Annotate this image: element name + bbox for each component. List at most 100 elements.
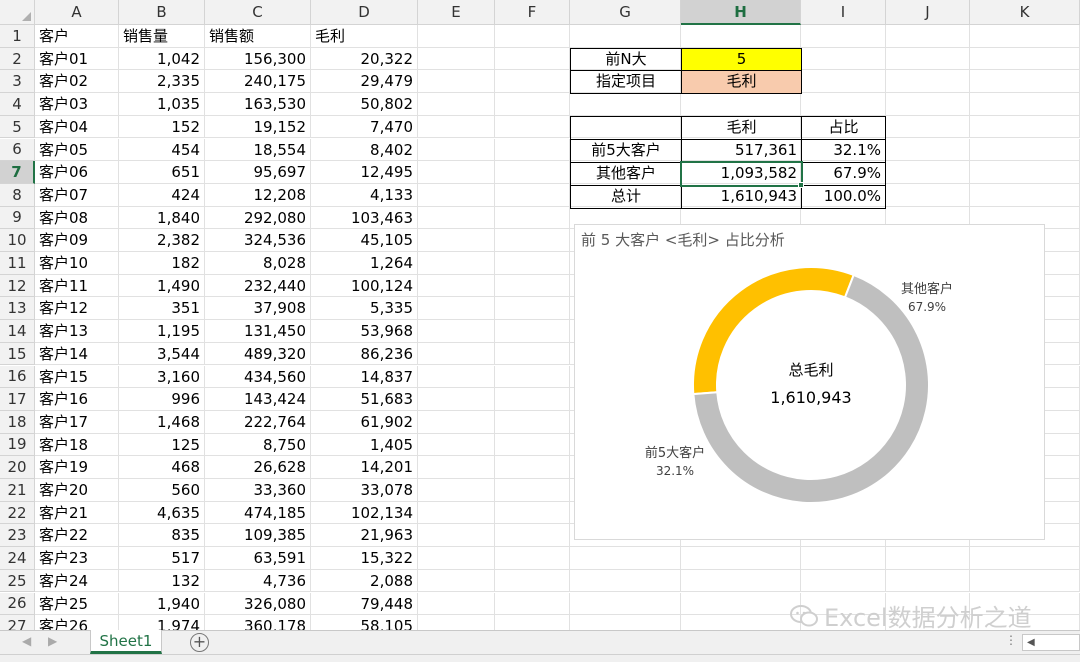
cell[interactable] — [681, 25, 801, 48]
cell[interactable] — [418, 115, 495, 139]
cell[interactable]: 20,322 — [311, 47, 418, 71]
row-header[interactable]: 25 — [0, 569, 35, 593]
cell[interactable] — [970, 115, 1080, 139]
cell[interactable] — [418, 25, 495, 48]
cell[interactable]: 客户13 — [35, 320, 119, 343]
summary-row-pct[interactable]: 32.1% — [801, 139, 886, 163]
cell[interactable] — [418, 138, 495, 162]
row-header[interactable]: 21 — [0, 479, 35, 502]
cell[interactable]: 毛利 — [311, 25, 418, 48]
cell[interactable] — [970, 25, 1080, 48]
row-header[interactable]: 13 — [0, 297, 35, 321]
cell[interactable] — [681, 547, 801, 570]
cell[interactable]: 12,208 — [205, 183, 311, 207]
cell[interactable] — [570, 615, 681, 630]
cell[interactable]: 63,591 — [205, 547, 311, 570]
cell[interactable]: 651 — [119, 161, 205, 184]
column-header-B[interactable]: B — [119, 0, 205, 25]
spreadsheet-grid[interactable]: ABCDEFGHIJK 1 2 3 4 5 6 7 8 9 10 11 12 13 14 15 16 17 18 1… — [0, 0, 1080, 630]
cell[interactable]: 客户21 — [35, 501, 119, 525]
cell[interactable] — [418, 388, 495, 411]
cell[interactable]: 324,536 — [205, 229, 311, 252]
cell[interactable] — [418, 47, 495, 71]
cell[interactable]: 79,448 — [311, 592, 418, 616]
cell[interactable]: 客户19 — [35, 456, 119, 479]
row-header[interactable]: 19 — [0, 433, 35, 457]
cell[interactable] — [495, 93, 570, 116]
cell[interactable] — [970, 70, 1080, 94]
column-header-J[interactable]: J — [886, 0, 970, 25]
cell[interactable] — [681, 592, 801, 616]
cell[interactable] — [495, 479, 570, 502]
cell[interactable]: 客户06 — [35, 161, 119, 184]
cell[interactable]: 客户07 — [35, 183, 119, 207]
cell[interactable] — [495, 547, 570, 570]
cell[interactable]: 14,201 — [311, 456, 418, 479]
row-header[interactable]: 23 — [0, 524, 35, 548]
cell[interactable] — [418, 206, 495, 230]
cell[interactable]: 51,683 — [311, 388, 418, 411]
cell[interactable] — [801, 25, 886, 48]
cell[interactable]: 8,028 — [205, 252, 311, 275]
cell[interactable] — [418, 229, 495, 252]
cell[interactable]: 240,175 — [205, 70, 311, 94]
cell[interactable] — [495, 115, 570, 139]
cell[interactable]: 1,035 — [119, 93, 205, 116]
cell[interactable]: 4,133 — [311, 183, 418, 207]
cell[interactable]: 8,402 — [311, 138, 418, 162]
cell[interactable] — [418, 342, 495, 366]
summary-header-pct[interactable]: 占比 — [801, 116, 886, 140]
cell[interactable] — [495, 569, 570, 593]
cell[interactable] — [495, 615, 570, 630]
cell[interactable] — [970, 161, 1080, 184]
cell[interactable]: 351 — [119, 297, 205, 321]
cell[interactable] — [681, 569, 801, 593]
row-header[interactable]: 4 — [0, 93, 35, 116]
cell[interactable] — [495, 229, 570, 252]
summary-row-label[interactable]: 其他客户 — [570, 162, 682, 186]
cell[interactable]: 客户24 — [35, 569, 119, 593]
cell[interactable]: 1,468 — [119, 410, 205, 434]
summary-row-pct[interactable]: 100.0% — [801, 185, 886, 209]
cell[interactable]: 33,360 — [205, 479, 311, 502]
cell[interactable]: 86,236 — [311, 342, 418, 366]
cell[interactable] — [970, 47, 1080, 71]
cell[interactable]: 7,470 — [311, 115, 418, 139]
cell[interactable]: 客户08 — [35, 206, 119, 230]
cell[interactable] — [886, 115, 970, 139]
row-header[interactable]: 24 — [0, 547, 35, 570]
cell[interactable]: 销售量 — [119, 25, 205, 48]
cell[interactable]: 163,530 — [205, 93, 311, 116]
cell[interactable]: 468 — [119, 456, 205, 479]
cell[interactable] — [886, 547, 970, 570]
cell[interactable]: 61,902 — [311, 410, 418, 434]
cell[interactable]: 客户26 — [35, 615, 119, 630]
cell[interactable]: 1,042 — [119, 47, 205, 71]
cell[interactable] — [495, 456, 570, 479]
cell[interactable]: 1,940 — [119, 592, 205, 616]
cell[interactable]: 客户22 — [35, 524, 119, 548]
cell[interactable] — [886, 93, 970, 116]
cell[interactable] — [495, 433, 570, 457]
row-header[interactable]: 5 — [0, 115, 35, 139]
cell[interactable]: 95,697 — [205, 161, 311, 184]
cell[interactable]: 客户16 — [35, 388, 119, 411]
cell[interactable]: 19,152 — [205, 115, 311, 139]
cell[interactable]: 客户18 — [35, 433, 119, 457]
row-header[interactable]: 3 — [0, 70, 35, 94]
cell[interactable]: 销售额 — [205, 25, 311, 48]
cell[interactable]: 53,968 — [311, 320, 418, 343]
cell[interactable] — [886, 138, 970, 162]
cell[interactable]: 132 — [119, 569, 205, 593]
add-sheet-icon[interactable]: + — [190, 633, 209, 652]
cell[interactable] — [970, 183, 1080, 207]
cell[interactable]: 29,479 — [311, 70, 418, 94]
column-header-G[interactable]: G — [570, 0, 681, 25]
cell[interactable] — [495, 388, 570, 411]
cell[interactable]: 100,124 — [311, 274, 418, 298]
cell[interactable]: 182 — [119, 252, 205, 275]
cell[interactable]: 客户02 — [35, 70, 119, 94]
cell[interactable]: 客户03 — [35, 93, 119, 116]
cell[interactable]: 3,544 — [119, 342, 205, 366]
cell[interactable]: 232,440 — [205, 274, 311, 298]
